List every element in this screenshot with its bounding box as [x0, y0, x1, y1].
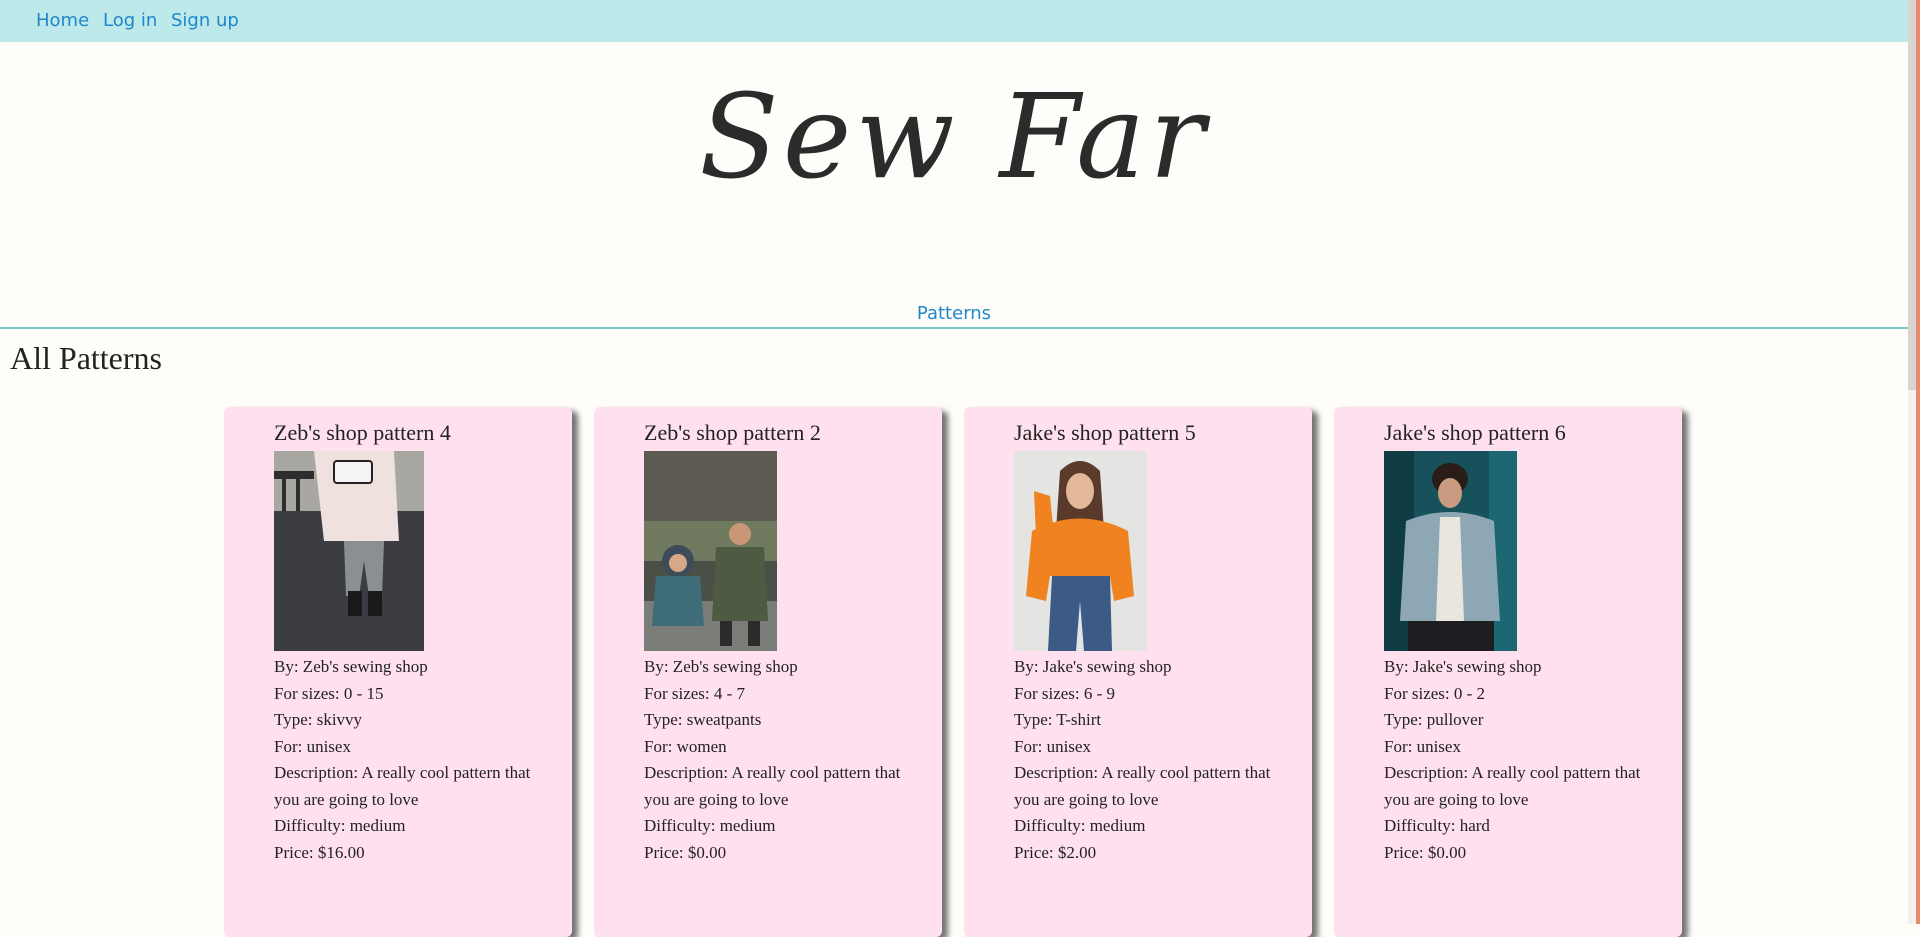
scrollbar-thumb[interactable] — [1908, 0, 1916, 390]
pattern-details: By: Zeb's sewing shop For sizes: 0 - 15 … — [274, 654, 559, 866]
pattern-audience: For: unisex — [1384, 736, 1461, 756]
pattern-description: Description: A really cool pattern that … — [1384, 763, 1641, 809]
pattern-author: By: Zeb's sewing shop — [644, 657, 798, 676]
pattern-author: By: Jake's sewing shop — [1014, 657, 1172, 676]
pattern-audience: For: unisex — [274, 736, 351, 756]
pattern-card[interactable]: Zeb's shop pattern 2 By: Zeb's sewing sh… — [594, 407, 942, 937]
site-title: Sew Far — [699, 70, 1209, 205]
pattern-description: Description: A really cool pattern that … — [274, 763, 531, 809]
pattern-details: By: Zeb's sewing shop For sizes: 4 - 7 T… — [644, 654, 929, 866]
pattern-title[interactable]: Zeb's shop pattern 4 — [274, 420, 451, 446]
pattern-sizes: For sizes: 0 - 2 — [1384, 683, 1486, 703]
pattern-difficulty: Difficulty: hard — [1384, 816, 1490, 835]
pattern-description: Description: A really cool pattern that … — [1014, 763, 1271, 809]
page-title: All Patterns — [10, 340, 162, 376]
pattern-sizes: For sizes: 0 - 15 — [274, 683, 384, 703]
pattern-audience: For: women — [644, 736, 727, 756]
woman-in-orange-sweater-photo — [1014, 451, 1147, 651]
pattern-author: By: Zeb's sewing shop — [274, 657, 428, 676]
pattern-sizes: For sizes: 6 - 9 — [1014, 683, 1116, 703]
patterns-link[interactable]: Patterns — [917, 303, 991, 324]
top-navbar: Home Log in Sign up — [0, 0, 1908, 42]
nav-login-link[interactable]: Log in — [103, 10, 157, 31]
pattern-type: Type: skivvy — [274, 710, 363, 729]
pattern-type: Type: T-shirt — [1014, 710, 1102, 729]
pattern-price: Price: $0.00 — [1384, 842, 1467, 862]
nav-signup-link[interactable]: Sign up — [171, 10, 239, 31]
pattern-type: Type: pullover — [1384, 710, 1484, 729]
pattern-photo[interactable] — [1014, 451, 1147, 651]
section-divider — [0, 327, 1908, 329]
pattern-card[interactable]: Zeb's shop pattern 4 By: Zeb's sewing sh… — [224, 407, 572, 937]
pattern-photo[interactable] — [274, 451, 424, 651]
pattern-sizes: For sizes: 4 - 7 — [644, 683, 746, 703]
pattern-title[interactable]: Jake's shop pattern 5 — [1014, 420, 1196, 446]
pattern-type: Type: sweatpants — [644, 710, 762, 729]
pattern-author: By: Jake's sewing shop — [1384, 657, 1542, 676]
pattern-difficulty: Difficulty: medium — [274, 816, 406, 835]
pattern-card[interactable]: Jake's shop pattern 5 By: Jake's sewing … — [964, 407, 1312, 937]
window-edge-accent — [1916, 0, 1920, 924]
pattern-price: Price: $0.00 — [644, 842, 727, 862]
pattern-photo[interactable] — [644, 451, 777, 651]
sub-navigation: Patterns — [0, 303, 1908, 324]
pattern-price: Price: $16.00 — [274, 842, 365, 862]
nav-home-link[interactable]: Home — [36, 10, 89, 31]
pattern-description: Description: A really cool pattern that … — [644, 763, 901, 809]
pattern-details: By: Jake's sewing shop For sizes: 0 - 2 … — [1384, 654, 1669, 866]
two-children-in-jackets-photo — [644, 451, 777, 651]
man-in-denim-jacket-photo — [1384, 451, 1517, 651]
pattern-title[interactable]: Zeb's shop pattern 2 — [644, 420, 821, 446]
pattern-card[interactable]: Jake's shop pattern 6 By: Jake's sewing … — [1334, 407, 1682, 937]
pattern-title[interactable]: Jake's shop pattern 6 — [1384, 420, 1566, 446]
person-in-plaid-pants-photo — [274, 451, 424, 651]
pattern-details: By: Jake's sewing shop For sizes: 6 - 9 … — [1014, 654, 1299, 866]
pattern-difficulty: Difficulty: medium — [644, 816, 776, 835]
pattern-price: Price: $2.00 — [1014, 842, 1097, 862]
pattern-difficulty: Difficulty: medium — [1014, 816, 1146, 835]
pattern-audience: For: unisex — [1014, 736, 1091, 756]
pattern-photo[interactable] — [1384, 451, 1517, 651]
